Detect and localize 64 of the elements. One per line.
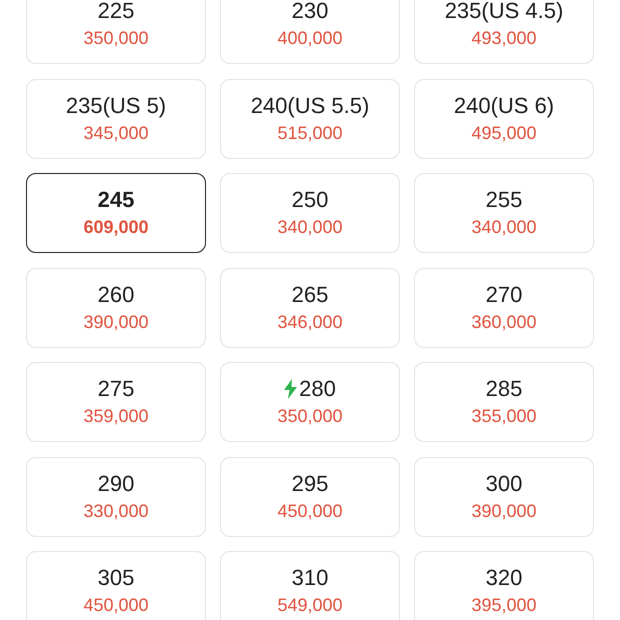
size-option[interactable]: 235(US 4.5) 493,000 [414,0,594,64]
size-label: 275 [98,375,134,403]
price-label: 360,000 [471,310,537,334]
price-label: 450,000 [83,594,149,617]
size-option[interactable]: 300 390,000 [414,456,594,536]
size-option[interactable]: 290 330,000 [26,456,206,536]
price-label: 350,000 [83,27,149,50]
price-label: 390,000 [471,500,537,522]
size-label: 285 [486,375,522,403]
size-label: 235(US 4.5) [444,0,564,25]
price-label: 340,000 [471,216,537,239]
size-option[interactable]: 235(US 5) 345,000 [26,78,206,158]
size-option[interactable]: 260 390,000 [26,268,206,348]
price-label: 359,000 [83,405,149,428]
size-label: 300 [486,470,522,498]
price-label: 355,000 [471,405,537,428]
size-option[interactable]: 240(US 5.5) 515,000 [220,78,400,158]
size-label: 280 [299,375,336,403]
size-label: 265 [292,280,328,308]
price-label: 340,000 [277,216,343,239]
size-option[interactable]: 310 549,000 [220,551,400,620]
size-option[interactable]: 255 340,000 [414,173,594,253]
price-label: 390,000 [83,310,149,334]
size-option[interactable]: 245 609,000 [26,173,206,253]
size-option[interactable]: 270 360,000 [414,268,594,348]
size-option[interactable]: 250 340,000 [220,173,400,253]
size-option[interactable]: 225 350,000 [26,0,206,64]
size-label: 295 [292,470,328,498]
size-option[interactable]: 275 359,000 [26,362,206,442]
size-label: 245 [98,186,134,214]
size-option[interactable]: 305 450,000 [26,551,206,620]
size-label: 305 [98,564,134,592]
price-label: 549,000 [277,594,343,617]
size-label: 290 [98,470,134,498]
size-option[interactable]: 240(US 6) 495,000 [414,78,594,158]
price-label: 400,000 [277,27,343,50]
size-label: 310 [292,564,328,592]
price-label: 350,000 [277,405,343,428]
lightning-bolt-icon [284,379,298,399]
price-label: 493,000 [471,27,537,50]
price-label: 450,000 [277,500,343,522]
size-label: 230 [292,0,328,25]
size-label: 240(US 6) [454,92,554,120]
size-label: 255 [486,186,522,214]
size-label: 260 [98,280,134,308]
size-label: 250 [292,186,328,214]
size-label: 320 [486,564,522,592]
price-label: 515,000 [277,122,343,144]
size-option[interactable]: 295 450,000 [220,456,400,536]
size-option[interactable]: 280 350,000 [220,362,400,442]
price-label: 395,000 [471,594,537,617]
size-option[interactable]: 285 355,000 [414,362,594,442]
price-label: 345,000 [83,122,149,144]
size-label: 240(US 5.5) [250,92,370,120]
size-option[interactable]: 230 400,000 [220,0,400,64]
size-option[interactable]: 265 346,000 [220,268,400,348]
size-option[interactable]: 320 395,000 [414,551,594,620]
size-label: 235(US 5) [66,92,166,120]
price-label: 346,000 [277,310,343,334]
price-label: 609,000 [83,216,149,239]
price-label: 495,000 [471,122,537,144]
size-label: 225 [98,0,134,25]
price-label: 330,000 [83,500,149,522]
size-label: 270 [486,280,522,308]
